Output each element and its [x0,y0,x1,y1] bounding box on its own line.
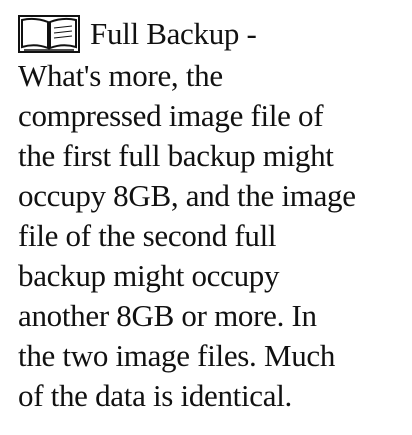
body-text-line: backup might occupy [18,258,280,293]
open-book-icon [18,14,80,54]
body-text-line: of the data is identical. [18,378,292,413]
body-text-line: What's more, the [18,58,223,93]
topic-title: Full Backup - [90,16,257,51]
body-text-line: the first full backup might [18,138,334,173]
body-text-line: another 8GB or more. In [18,298,317,333]
body-text-line: compressed image file of [18,98,324,133]
body-text-line: occupy 8GB, and the image [18,178,356,213]
body-text-line: file of the second full [18,218,277,253]
body-text-line: the two image files. Much [18,338,336,373]
help-topic-panel: Full Backup - What's more, the compresse… [18,12,408,416]
topic-title-row: Full Backup - [18,12,408,56]
